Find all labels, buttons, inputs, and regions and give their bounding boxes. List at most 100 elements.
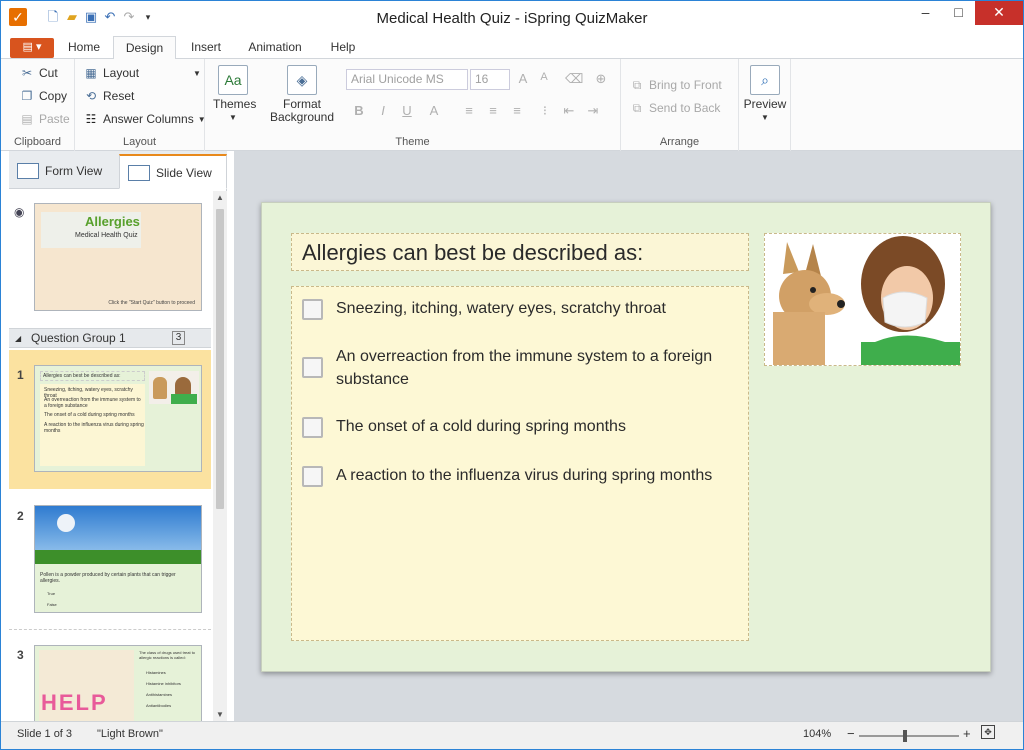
answer-checkbox[interactable] [302,299,323,320]
window-title: Medical Health Quiz - iSpring QuizMaker [376,10,648,27]
thumb-slide-1[interactable]: 1 Allergies can best be described as: Sn… [9,350,211,489]
scroll-down-icon[interactable]: ▼ [213,710,227,719]
font-color-icon[interactable]: A [426,103,442,118]
form-view-label: Form View [45,164,103,178]
question-group-header[interactable]: ◢ Question Group 1 3 [9,328,211,348]
decrease-indent-icon[interactable]: ⇤ [561,103,577,119]
answer-columns-label: Answer Columns [103,112,194,126]
slide-1-thumbnail: Allergies can best be described as: Snee… [34,365,202,472]
thumb-intro[interactable]: ◉ Allergies Medical Health Quiz Click th… [9,191,211,326]
minimize-button[interactable]: ‒ [909,1,942,25]
italic-icon[interactable]: I [375,103,391,118]
tab-help[interactable]: Help [319,36,367,60]
slide-view-label: Slide View [156,166,212,180]
thumb-footer: Click the "Start Quiz" button to proceed [108,300,195,306]
align-right-icon[interactable]: ≡ [509,103,525,118]
shrink-font-icon[interactable]: A [536,71,552,83]
arrange-group-label: Arrange [659,136,700,148]
reset-button[interactable]: ⟲ Reset [83,88,134,104]
question-textbox[interactable]: Allergies can best be described as: [291,233,749,271]
thumb-title: Allergies [85,214,140,229]
tab-design[interactable]: Design [113,36,176,61]
cut-button[interactable]: ✂ Cut [19,65,58,81]
eye-icon: ◉ [14,205,25,219]
layout-icon: ▦ [85,66,97,80]
scroll-up-icon[interactable]: ▲ [213,193,227,202]
underline-icon[interactable]: U [399,103,415,118]
preview-label: Preview [743,97,787,111]
chevron-down-icon: ▼ [761,113,769,122]
dandelion-icon [57,514,75,532]
align-center-icon[interactable]: ≡ [485,103,501,118]
chevron-down-icon: ▼ [229,113,237,122]
send-to-back-label: Send to Back [649,101,721,115]
clipboard-group-label: Clipboard [13,136,62,148]
clear-format-icon[interactable]: ⌫ [565,71,583,87]
format-background-button[interactable]: ◈ Format Background [265,65,339,124]
thumb-slide-2[interactable]: 2 Pollen is a powder produced by certain… [9,491,211,626]
layout-button[interactable]: ▦ Layout ▼ [83,65,201,81]
preview-button[interactable]: ⌕ Preview ▼ [743,65,787,124]
thumb-answer: True [47,591,56,596]
theme-name: "Light Brown" [97,728,163,740]
thumb-slide-3[interactable]: 3 HELP The class of drugs used treat to … [9,629,211,721]
zoom-slider[interactable] [859,730,959,742]
send-to-back-button[interactable]: ⧉ Send to Back [629,100,721,116]
tab-form-view[interactable]: Form View [9,154,119,189]
scroll-thumb[interactable] [216,209,224,509]
status-bar: Slide 1 of 3 "Light Brown" 104% − + ✥ [1,721,1023,749]
special-chars-icon[interactable]: ⊕ [593,71,609,87]
tab-insert[interactable]: Insert [180,36,232,60]
view-tabs: Form View Slide View [9,151,227,189]
tab-home[interactable]: Home [59,36,109,60]
answer-checkbox[interactable] [302,417,323,438]
zoom-slider-thumb[interactable] [903,730,907,742]
bold-icon[interactable]: B [351,103,367,118]
answers-box[interactable]: Sneezing, itching, watery eyes, scratchy… [291,286,749,641]
slide-counter: Slide 1 of 3 [17,728,73,740]
thumb-slide-number: 3 [17,648,24,662]
thumb-slide-number: 2 [17,509,24,523]
font-size-select[interactable]: 16 [470,69,510,90]
thumb-answer: Histamines [146,670,166,675]
tab-slide-view[interactable]: Slide View [119,154,227,189]
zoom-out-icon[interactable]: − [847,726,855,741]
bullets-icon[interactable]: ⁝ [537,103,553,119]
close-button[interactable]: ✕ [975,1,1023,25]
copy-button[interactable]: ❐ Copy [19,88,67,104]
paste-button[interactable]: ▤ Paste [19,111,69,127]
zoom-in-icon[interactable]: + [963,726,971,741]
font-family-select[interactable]: Arial Unicode MS [346,69,468,90]
answer-columns-button[interactable]: ☷ Answer Columns ▼ [83,111,206,127]
align-left-icon[interactable]: ≡ [461,103,477,118]
format-background-label: Format Background [269,97,335,124]
tab-animation[interactable]: Animation [239,36,311,60]
app-window: ✓ 🗋 ▰ ▣ ↶ ↷ ▾ Medical Health Quiz - iSpr… [0,0,1024,750]
thumb-answer: Antihistamines [146,692,173,697]
thumb-slide-number: 1 [17,368,24,382]
layout-label: Layout [103,66,140,80]
thumb-question: Pollen is a powder produced by certain p… [40,572,176,584]
maximize-button[interactable]: □ [942,1,975,25]
file-menu-button[interactable]: ▤ ▾ [10,38,54,58]
thumb-grass [35,550,201,564]
thumb-help-word: HELP [41,690,108,715]
slide-photo[interactable] [764,233,961,366]
clipboard-group: ✂ Cut ❐ Copy ▤ Paste Clipboard [1,59,75,151]
grow-font-icon[interactable]: A [515,71,531,86]
answer-text: The onset of a cold during spring months [336,418,626,435]
bring-to-front-button[interactable]: ⧉ Bring to Front [629,77,722,93]
increase-indent-icon[interactable]: ⇥ [585,103,601,119]
question-text: Allergies can best be described as: [302,240,644,265]
fit-to-window-icon[interactable]: ✥ [981,725,995,739]
intro-thumbnail: Allergies Medical Health Quiz Click the … [34,203,202,311]
answer-checkbox[interactable] [302,357,323,378]
themes-button[interactable]: Aa Themes ▼ [213,65,256,124]
thumb-question: Allergies can best be described as: [40,371,145,381]
question-group-name: Question Group 1 [31,331,126,345]
answer-checkbox[interactable] [302,466,323,487]
preview-group: ⌕ Preview ▼ [739,59,791,151]
thumb-answer: A reaction to the influenza virus during… [44,422,144,434]
question-group-count: 3 [172,331,185,345]
thumbnail-scrollbar[interactable]: ▲ ▼ [213,191,227,721]
